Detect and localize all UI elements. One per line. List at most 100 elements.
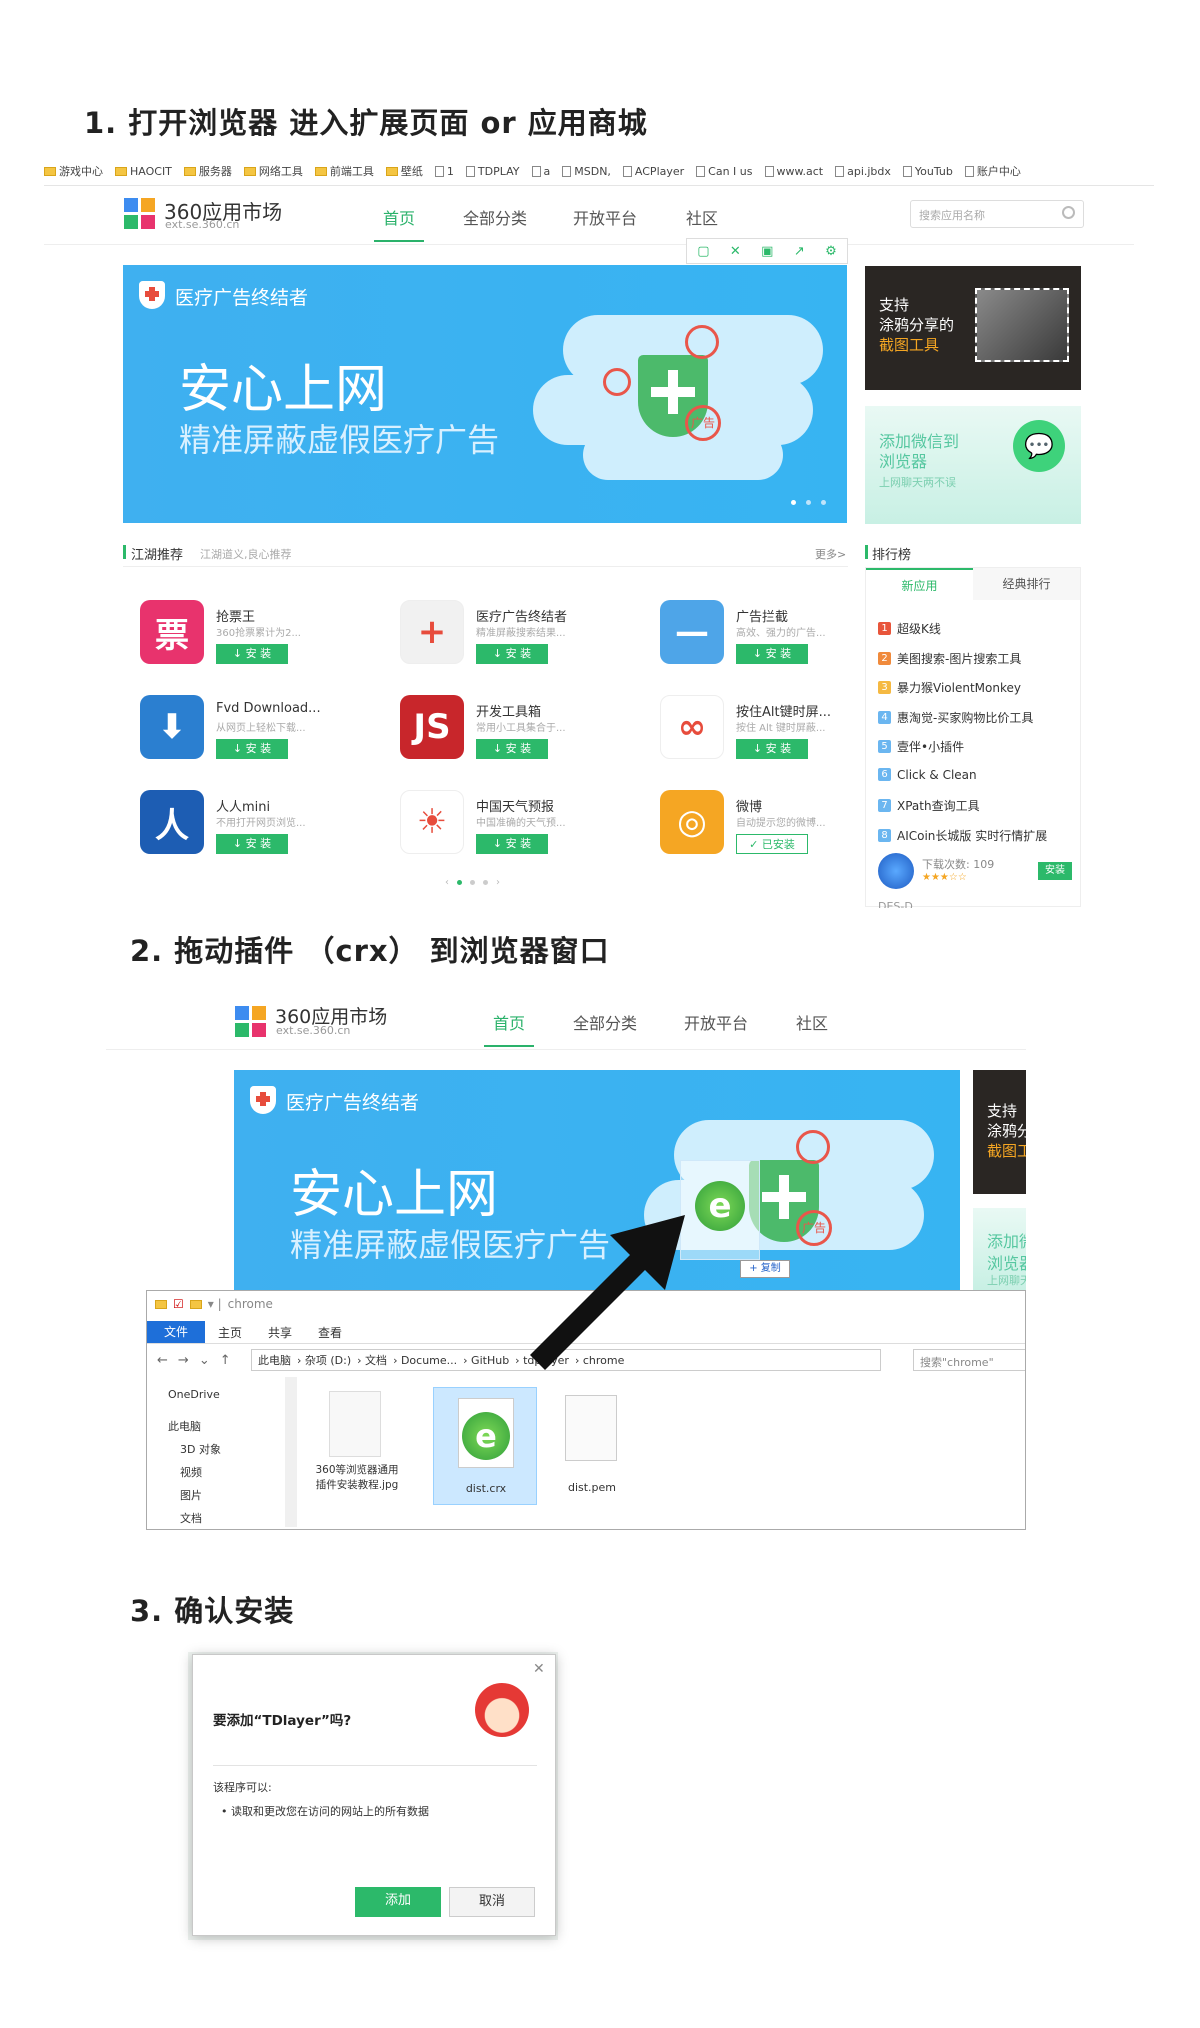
install-button[interactable]: ↓ 安 装 <box>476 644 548 664</box>
app-icon[interactable]: ◎ <box>660 790 724 854</box>
add-button[interactable]: 添加 <box>355 1887 441 1917</box>
app-name[interactable]: 抢票王 <box>216 606 255 625</box>
bookmark-item[interactable]: TDPLAY <box>465 165 520 178</box>
store-logo-icon[interactable] <box>235 1006 267 1038</box>
app-icon[interactable]: + <box>400 600 464 664</box>
tree-item[interactable]: 视频 <box>180 1464 202 1480</box>
ranking-item[interactable]: 6 Click & Clean <box>878 768 977 782</box>
bookmark-item[interactable]: 网络工具 <box>243 163 303 179</box>
app-name[interactable]: 广告拦截 <box>736 606 788 625</box>
app-icon[interactable]: ☀ <box>400 790 464 854</box>
install-button[interactable]: ↓ 安 装 <box>476 834 548 854</box>
ranking-item[interactable]: 1 超级K线 <box>878 620 941 637</box>
bookmark-item[interactable]: 前端工具 <box>314 163 374 179</box>
app-icon[interactable]: ⬇ <box>140 695 204 759</box>
side-ad-wechat[interactable]: 添加微信到 浏览器 上网聊天两不误 💬 <box>865 406 1081 524</box>
bookmark-item[interactable]: YouTub <box>902 165 953 178</box>
share-icon[interactable]: ↗ <box>794 244 805 259</box>
breadcrumb-item[interactable]: 此电脑 <box>258 1352 291 1368</box>
close-icon[interactable]: ✕ <box>533 1661 545 1677</box>
app-card[interactable]: JS 开发工具箱 常用小工具集合于... ↓ 安 装 <box>400 695 610 765</box>
scrollbar[interactable] <box>285 1377 297 1527</box>
bookmark-item[interactable]: Can I us <box>696 165 753 178</box>
app-icon[interactable]: 人 <box>140 790 204 854</box>
app-card[interactable]: ⬇ Fvd Download... 从网页上轻松下载... ↓ 安 装 <box>140 695 350 765</box>
ribbon-home-tab[interactable]: 主页 <box>205 1324 255 1341</box>
pager[interactable]: ‹ › <box>445 877 500 888</box>
bookmark-item[interactable]: 服务器 <box>183 163 232 179</box>
image-file-icon[interactable] <box>329 1391 381 1457</box>
explorer-search[interactable]: 搜索"chrome" <box>913 1349 1025 1371</box>
app-card[interactable]: ◎ 微博 自动提示您的微博... ✓ 已安装 <box>660 790 870 860</box>
tree-item[interactable]: 3D 对象 <box>180 1441 221 1457</box>
app-name[interactable]: 开发工具箱 <box>476 701 541 720</box>
app-card[interactable]: ∞ 按住Alt键时屏... 按住 Alt 键时屏蔽... ↓ 安 装 <box>660 695 870 765</box>
side-ad-screenshot[interactable]: 支持 涂鸦分享的 截图工具 <box>973 1070 1026 1194</box>
nav-open-platform[interactable]: 开放平台 <box>684 1010 748 1034</box>
tree-item[interactable]: 图片 <box>180 1487 202 1503</box>
install-button[interactable]: ↓ 安 装 <box>476 739 548 759</box>
install-button[interactable]: 安装 <box>1038 862 1072 880</box>
app-icon[interactable]: JS <box>400 695 464 759</box>
ribbon-view-tab[interactable]: 查看 <box>305 1324 355 1341</box>
tree-item[interactable]: OneDrive <box>168 1388 220 1401</box>
breadcrumb-item[interactable]: › 杂项 (D:) <box>297 1352 351 1368</box>
tree-item[interactable]: 此电脑 <box>168 1418 201 1434</box>
tab-classic[interactable]: 经典排行 <box>973 568 1080 600</box>
nav-arrows[interactable]: ← → ⌄ ↑ <box>157 1353 231 1368</box>
app-card[interactable]: + 医疗广告终结者 精准屏蔽搜索结果... ↓ 安 装 <box>400 600 610 670</box>
app-card[interactable]: 票抢票王 360抢票累计为2... ↓ 安 装 <box>140 600 350 670</box>
app-name[interactable]: 医疗广告终结者 <box>476 606 567 625</box>
install-button[interactable]: ↓ 安 装 <box>216 739 288 759</box>
save-icon[interactable]: ▣ <box>761 244 773 259</box>
app-name[interactable]: 中国天气预报 <box>476 796 554 815</box>
ranking-item[interactable]: DES-D... <box>878 900 923 908</box>
bookmark-item[interactable]: www.act <box>764 165 823 178</box>
bookmark-item[interactable]: 账户中心 <box>964 163 1021 179</box>
install-button[interactable]: ↓ 安 装 <box>216 644 288 664</box>
more-link[interactable]: 更多> <box>815 546 846 562</box>
app-card[interactable]: ☀ 中国天气预报 中国准确的天气预... ↓ 安 装 <box>400 790 610 860</box>
install-button[interactable]: ↓ 安 装 <box>736 644 808 664</box>
side-ad-wechat[interactable]: 添加微信到 浏览器 上网聊天两不误 <box>973 1208 1026 1290</box>
bookmark-item[interactable]: ACPlayer <box>622 165 684 178</box>
search-icon[interactable] <box>1062 206 1075 219</box>
file-name[interactable]: 360等浏览器通用插件安装教程.jpg <box>312 1463 402 1493</box>
install-button[interactable]: ↓ 安 装 <box>216 834 288 854</box>
app-icon[interactable]: 票 <box>140 600 204 664</box>
nav-home[interactable]: 首页 <box>383 205 415 229</box>
app-card[interactable]: 人人人mini 不用打开网页浏览... ↓ 安 装 <box>140 790 350 860</box>
search-input[interactable]: 搜索应用名称 <box>910 200 1084 228</box>
file-dist-crx[interactable]: e dist.crx <box>433 1387 537 1505</box>
file-name[interactable]: dist.pem <box>547 1481 637 1494</box>
nav-community[interactable]: 社区 <box>796 1010 828 1034</box>
pem-file-icon[interactable] <box>565 1395 617 1461</box>
app-name[interactable]: 人人mini <box>216 796 270 815</box>
ranking-item[interactable]: 5 壹伴•小插件 <box>878 738 964 755</box>
tab-new-apps[interactable]: 新应用 <box>866 568 973 600</box>
bookmark-item[interactable]: 1 <box>434 165 454 178</box>
app-name[interactable]: Fvd Download... <box>216 701 321 716</box>
nav-categories[interactable]: 全部分类 <box>573 1010 637 1034</box>
ranking-item[interactable]: 7 XPath查询工具 <box>878 797 980 814</box>
store-logo-icon[interactable] <box>124 198 156 230</box>
ranking-item[interactable]: 2 美图搜索-图片搜索工具 <box>878 650 1021 667</box>
ranking-item[interactable]: 3 暴力猴ViolentMonkey <box>878 679 1021 696</box>
breadcrumb-item[interactable]: › 文档 <box>357 1352 387 1368</box>
breadcrumb-item[interactable]: › Docume... <box>393 1354 457 1367</box>
cancel-button[interactable]: 取消 <box>449 1887 535 1917</box>
installed-badge[interactable]: ✓ 已安装 <box>736 834 808 854</box>
tree-item[interactable]: 文档 <box>180 1510 202 1526</box>
carousel-dots[interactable] <box>791 500 826 505</box>
bookmark-item[interactable]: MSDN, <box>562 165 611 178</box>
ribbon-file-tab[interactable]: 文件 <box>147 1321 205 1343</box>
ribbon-share-tab[interactable]: 共享 <box>255 1324 305 1341</box>
app-icon[interactable]: ∞ <box>660 695 724 759</box>
app-card[interactable]: — 广告拦截 高效、强力的广告... ↓ 安 装 <box>660 600 870 670</box>
side-ad-screenshot[interactable]: 支持 涂鸦分享的 截图工具 <box>865 266 1081 390</box>
bookmark-item[interactable]: 壁纸 <box>385 163 423 179</box>
ranking-item[interactable]: 4 惠淘觉-买家购物比价工具 <box>878 709 1033 726</box>
banner[interactable]: 医疗广告终结者 安心上网 精准屏蔽虚假医疗广告 广告 <box>123 265 847 523</box>
bookmark-item[interactable]: api.jbdx <box>835 165 891 178</box>
app-name[interactable]: 按住Alt键时屏... <box>736 701 831 720</box>
